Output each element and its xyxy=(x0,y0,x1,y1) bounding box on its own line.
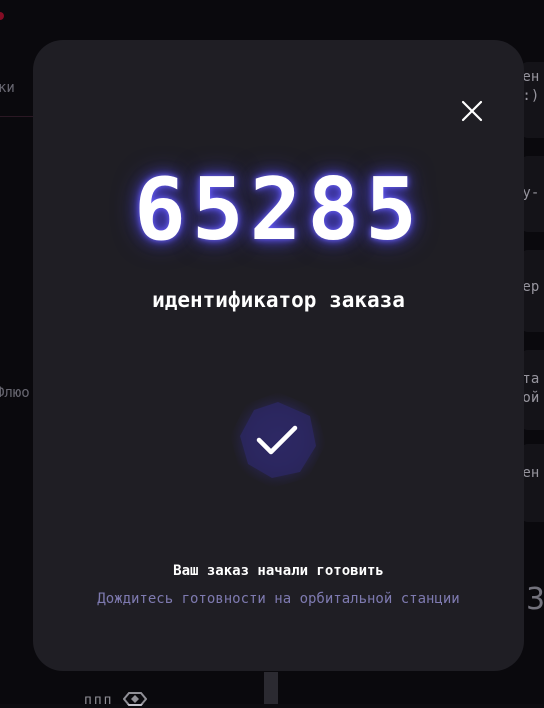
status-indicator xyxy=(226,388,330,492)
checkmark-icon xyxy=(230,392,326,488)
order-caption: идентификатор заказа xyxy=(152,288,405,312)
close-icon[interactable] xyxy=(457,96,487,126)
order-number: 65285 xyxy=(134,160,423,260)
close-button[interactable] xyxy=(457,96,487,126)
order-confirmation-modal: 65285 идентификатор заказа Ваш заказ нач… xyxy=(33,40,524,671)
status-subtitle: Дождитесь готовности на орбитальной стан… xyxy=(97,591,460,607)
status-title: Ваш заказ начали готовить xyxy=(173,563,384,579)
